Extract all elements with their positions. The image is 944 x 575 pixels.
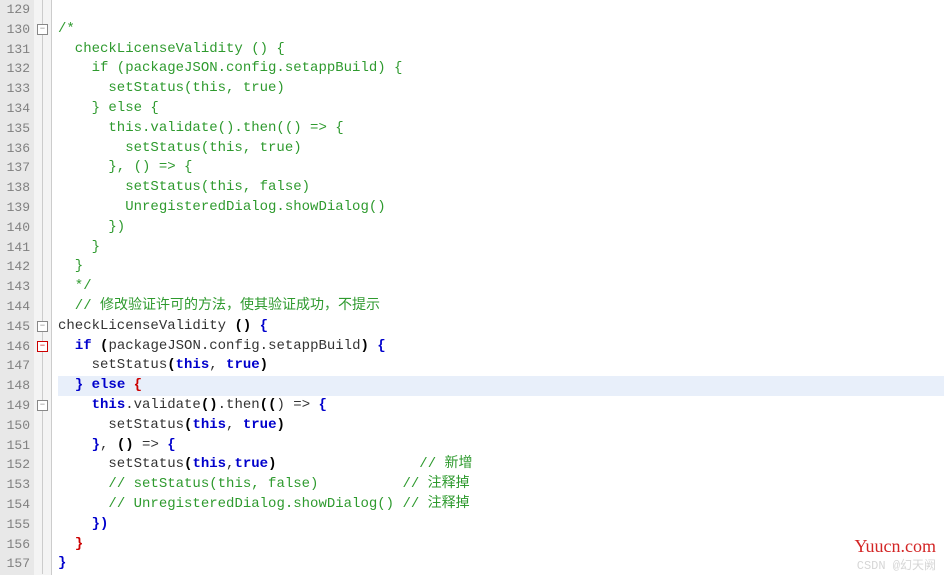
watermark-author: CSDN @幻天阙 [857, 556, 936, 573]
line-number: 134 [0, 99, 30, 119]
code-line[interactable]: setStatus(this, false) [58, 178, 944, 198]
code-line[interactable]: setStatus(this, true) [58, 416, 944, 436]
line-number: 146 [0, 337, 30, 357]
fold-margin[interactable]: − − − − [34, 0, 52, 575]
code-line[interactable]: }) [58, 218, 944, 238]
line-number: 157 [0, 554, 30, 574]
line-number: 156 [0, 535, 30, 555]
line-number: 152 [0, 455, 30, 475]
line-number: 130 [0, 20, 30, 40]
code-line[interactable]: setStatus(this, true) [58, 139, 944, 159]
line-number: 155 [0, 515, 30, 535]
code-line[interactable]: checkLicenseValidity () { [58, 317, 944, 337]
code-line[interactable]: // setStatus(this, false) // 注释掉 [58, 475, 944, 495]
code-line[interactable]: */ [58, 277, 944, 297]
line-number: 132 [0, 59, 30, 79]
line-number: 136 [0, 139, 30, 159]
line-number: 140 [0, 218, 30, 238]
code-line[interactable]: this.validate().then(() => { [58, 119, 944, 139]
line-number: 149 [0, 396, 30, 416]
line-number: 147 [0, 356, 30, 376]
line-number: 131 [0, 40, 30, 60]
line-number: 139 [0, 198, 30, 218]
line-number: 135 [0, 119, 30, 139]
fold-toggle-icon[interactable]: − [37, 341, 48, 352]
code-line[interactable]: if (packageJSON.config.setappBuild) { [58, 59, 944, 79]
code-line[interactable]: // 修改验证许可的方法，使其验证成功，不提示 [58, 297, 944, 317]
fold-toggle-icon[interactable]: − [37, 321, 48, 332]
fold-toggle-icon[interactable]: − [37, 24, 48, 35]
code-line[interactable]: }, () => { [58, 158, 944, 178]
line-number: 144 [0, 297, 30, 317]
code-line[interactable]: setStatus(this, true) [58, 356, 944, 376]
code-line[interactable]: /* [58, 20, 944, 40]
line-number: 145 [0, 317, 30, 337]
code-line[interactable]: // UnregisteredDialog.showDialog() // 注释… [58, 495, 944, 515]
line-number: 129 [0, 0, 30, 20]
line-number: 154 [0, 495, 30, 515]
line-number-gutter: 1291301311321331341351361371381391401411… [0, 0, 34, 575]
code-editor[interactable]: 1291301311321331341351361371381391401411… [0, 0, 944, 575]
line-number: 153 [0, 475, 30, 495]
code-line[interactable]: } else { [58, 99, 944, 119]
code-line[interactable]: UnregisteredDialog.showDialog() [58, 198, 944, 218]
watermark-site: Yuucn.com [855, 536, 936, 557]
line-number: 141 [0, 238, 30, 258]
line-number: 133 [0, 79, 30, 99]
line-number: 150 [0, 416, 30, 436]
code-line[interactable]: } [58, 535, 944, 555]
line-number: 137 [0, 158, 30, 178]
code-line[interactable]: }, () => { [58, 436, 944, 456]
code-line[interactable]: setStatus(this, true) [58, 79, 944, 99]
line-number: 142 [0, 257, 30, 277]
code-line[interactable]: } else { [58, 376, 944, 396]
line-number: 148 [0, 376, 30, 396]
code-line[interactable]: setStatus(this,true) // 新增 [58, 455, 944, 475]
code-line[interactable]: }) [58, 515, 944, 535]
code-content[interactable]: /* checkLicenseValidity () { if (package… [52, 0, 944, 575]
code-line[interactable]: } [58, 257, 944, 277]
code-line[interactable]: this.validate().then(() => { [58, 396, 944, 416]
code-line[interactable]: } [58, 238, 944, 258]
line-number: 151 [0, 436, 30, 456]
code-line[interactable] [58, 0, 944, 20]
code-line[interactable]: } [58, 554, 944, 574]
line-number: 143 [0, 277, 30, 297]
line-number: 138 [0, 178, 30, 198]
code-line[interactable]: if (packageJSON.config.setappBuild) { [58, 337, 944, 357]
code-line[interactable]: checkLicenseValidity () { [58, 40, 944, 60]
fold-toggle-icon[interactable]: − [37, 400, 48, 411]
